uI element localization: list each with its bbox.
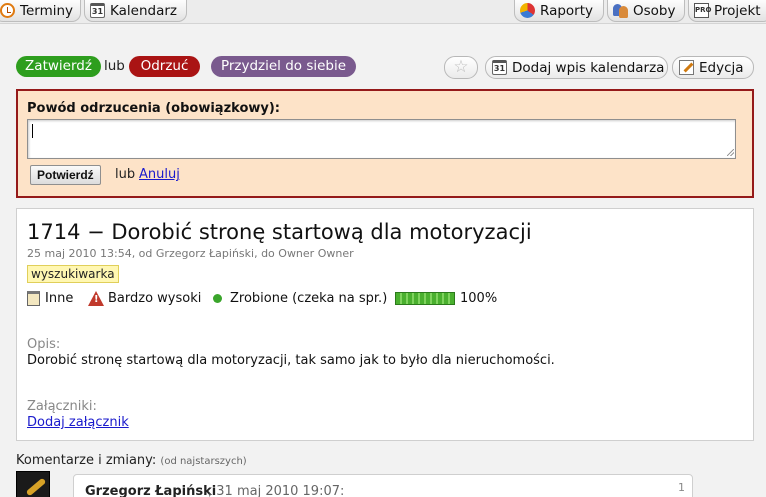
comment-date: , 31 maj 2010 19:07:: [208, 484, 345, 497]
approve-button[interactable]: Zatwierdź: [16, 56, 101, 77]
add-attachment-link[interactable]: Dodaj załącznik: [27, 415, 129, 430]
top-navigation: Terminy 31 Kalendarz Raporty Osoby PRO P…: [0, 0, 766, 24]
calendar-icon: 31: [492, 60, 507, 75]
edit-label: Edycja: [699, 59, 744, 76]
star-icon: ☆: [453, 57, 469, 77]
nav-osoby-label: Osoby: [633, 2, 676, 19]
task-details: 1714 − Dorobić stronę startową dla motor…: [16, 208, 754, 441]
project-icon: PRO: [694, 3, 711, 18]
comment-item: Grzegorz Łapiński , 31 maj 2010 19:07: 1: [73, 474, 693, 497]
comments-heading: Komentarze i zmiany: (od najstarszych): [16, 453, 247, 468]
task-title: 1714 − Dorobić stronę startową dla motor…: [27, 220, 532, 244]
task-tag[interactable]: wyszukiwarka: [27, 265, 119, 283]
nav-kalendarz[interactable]: 31 Kalendarz: [84, 0, 187, 22]
nav-terminy-label: Terminy: [20, 2, 74, 19]
confirm-button[interactable]: Potwierdź: [30, 165, 101, 185]
or-text: lub: [104, 58, 125, 74]
add-calendar-entry-button[interactable]: 31 Dodaj wpis kalendarza: [485, 56, 668, 79]
task-progress: 100%: [395, 291, 497, 306]
chart-icon: [520, 3, 535, 18]
task-type-label: Inne: [45, 291, 74, 306]
warning-icon: [88, 291, 104, 306]
attachments-label: Załączniki:: [27, 399, 97, 414]
reject-button[interactable]: Odrzuć: [129, 56, 200, 77]
text-cursor: [32, 124, 33, 138]
clipboard-icon: [27, 291, 40, 306]
task-status-label: Zrobione (czeka na spr.): [230, 291, 388, 306]
nav-raporty[interactable]: Raporty: [514, 0, 604, 22]
comments-heading-label: Komentarze i zmiany:: [16, 453, 157, 468]
description-label: Opis:: [27, 337, 61, 352]
rejection-panel: Powód odrzucenia (obowiązkowy): Potwierd…: [16, 89, 754, 198]
nav-projekt-label: Projekt: [714, 2, 761, 19]
task-meta: 25 maj 2010 13:54, od Grzegorz Łapiński,…: [27, 247, 354, 260]
nav-terminy[interactable]: Terminy: [0, 0, 81, 22]
progress-label: 100%: [460, 291, 498, 306]
people-icon: [613, 3, 628, 18]
resize-grip-icon[interactable]: [727, 149, 734, 156]
favorite-button[interactable]: ☆: [444, 56, 478, 79]
add-calendar-entry-label: Dodaj wpis kalendarza: [512, 59, 665, 76]
nav-kalendarz-label: Kalendarz: [110, 2, 177, 19]
task-description: Dorobić stronę startową dla motoryzacji,…: [27, 353, 555, 368]
progress-bar: [395, 292, 455, 305]
task-priority-label: Bardzo wysoki: [108, 291, 202, 306]
task-priority: Bardzo wysoki: [88, 291, 201, 306]
rejection-reason-label: Powód odrzucenia (obowiązkowy):: [27, 101, 280, 116]
status-dot-icon: [213, 294, 222, 303]
nav-raporty-label: Raporty: [540, 2, 594, 19]
comment-number: 1: [678, 481, 685, 494]
nav-projekt[interactable]: PRO Projekt: [688, 0, 766, 22]
edit-button[interactable]: Edycja: [672, 56, 754, 79]
rejection-reason-textarea[interactable]: [27, 119, 736, 159]
task-type: Inne: [27, 291, 73, 306]
cancel-link[interactable]: Anuluj: [139, 167, 180, 182]
assign-to-me-button[interactable]: Przydziel do siebie: [211, 56, 356, 77]
calendar-icon: 31: [90, 3, 105, 18]
comment-author[interactable]: Grzegorz Łapiński: [85, 484, 216, 497]
or-text: lub: [115, 167, 136, 182]
avatar: [16, 471, 50, 497]
task-status: Zrobione (czeka na spr.): [213, 291, 387, 306]
edit-icon: [679, 60, 694, 75]
comments-order-note: (od najstarszych): [160, 456, 247, 467]
clock-icon: [0, 3, 15, 18]
nav-osoby[interactable]: Osoby: [607, 0, 685, 22]
